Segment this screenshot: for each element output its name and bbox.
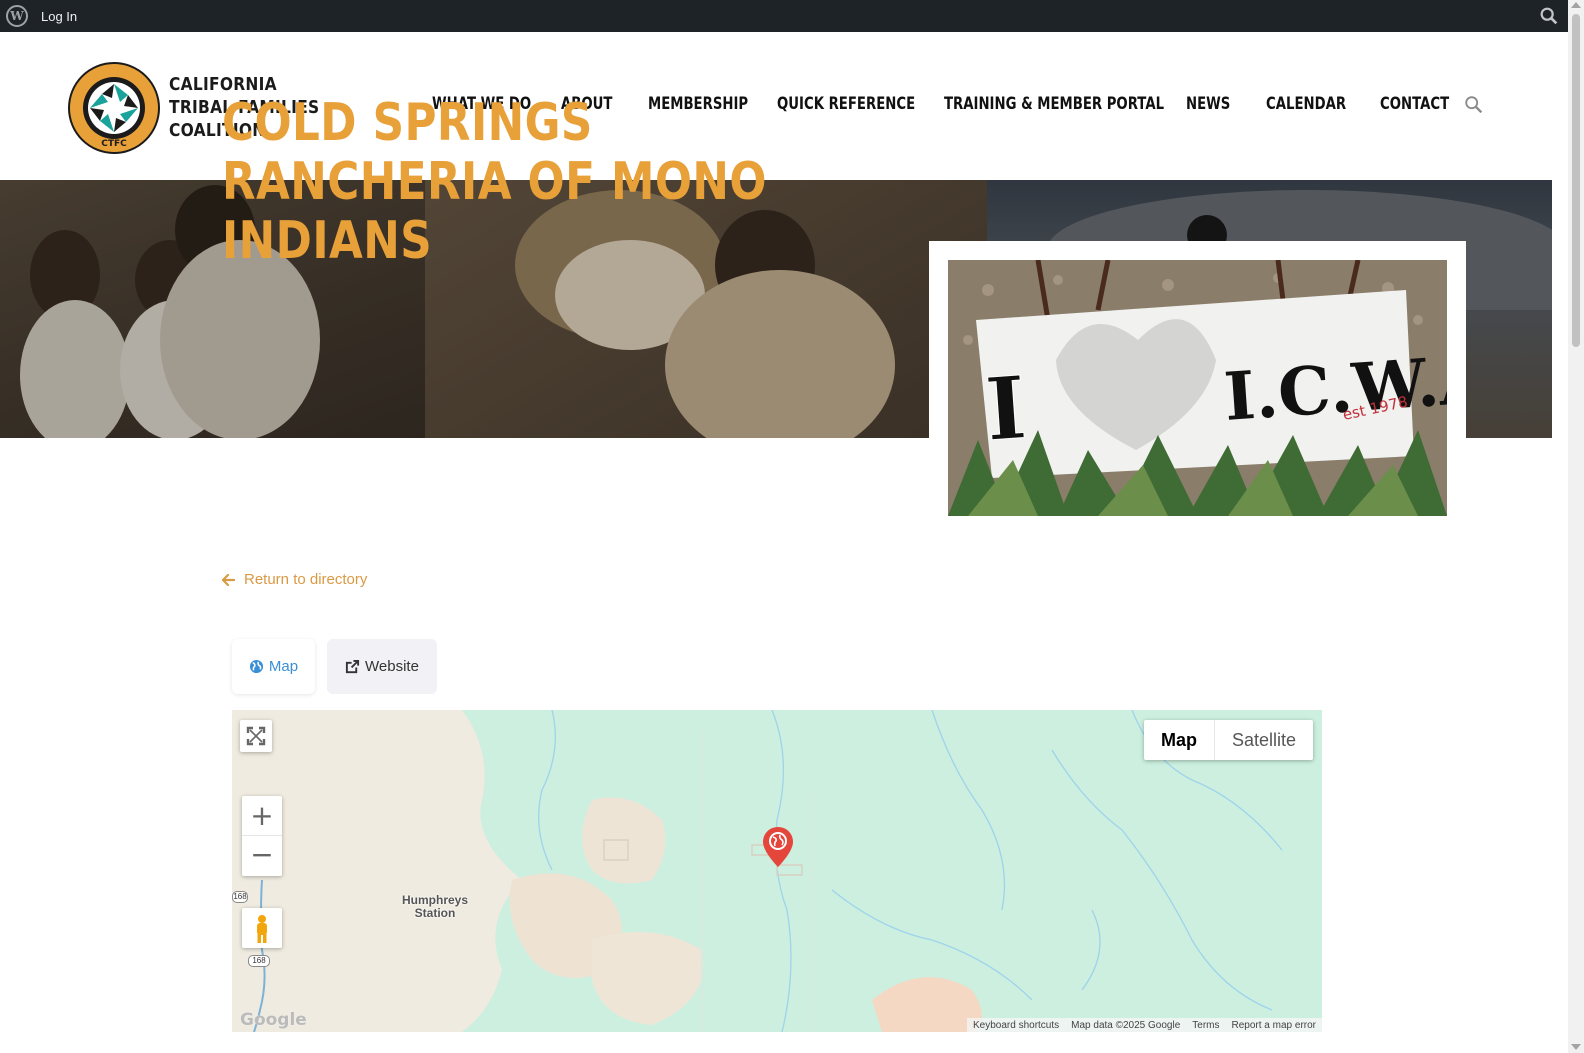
- page-title: COLD SPRINGS RANCHERIA OF MONO INDIANS: [222, 93, 767, 271]
- nav-calendar[interactable]: CALENDAR: [1266, 94, 1346, 114]
- keyboard-shortcuts-link[interactable]: Keyboard shortcuts: [967, 1020, 1065, 1031]
- tab-website[interactable]: Website: [327, 639, 437, 694]
- map-type-control: Map Satellite: [1144, 720, 1314, 760]
- feature-image: I I.C.W.A. est 1978: [948, 260, 1447, 516]
- scrollbar-thumb[interactable]: [1572, 14, 1580, 347]
- route-shield: 168: [232, 891, 248, 903]
- terms-link[interactable]: Terms: [1186, 1020, 1225, 1031]
- external-link-icon: [345, 659, 360, 674]
- map-place-label: Humphreys Station: [402, 893, 469, 920]
- google-logo: Google: [240, 1010, 307, 1030]
- nav-contact[interactable]: CONTACT: [1380, 94, 1449, 114]
- return-to-directory-link[interactable]: Return to directory: [221, 571, 367, 588]
- ctfc-logo[interactable]: CTFC: [68, 62, 160, 154]
- page-scrollbar[interactable]: [1568, 0, 1584, 1053]
- nav-news[interactable]: NEWS: [1186, 94, 1230, 114]
- map-fullscreen-button[interactable]: [240, 720, 272, 752]
- logo-abbr: CTFC: [101, 139, 127, 149]
- zoom-in-button[interactable]: +: [242, 796, 282, 836]
- return-to-directory-label: Return to directory: [244, 571, 368, 588]
- tab-map[interactable]: Map: [232, 639, 315, 694]
- google-map[interactable]: + − Map Satellite Humphreys Station 168 …: [232, 710, 1322, 1032]
- route-shield: 168: [248, 955, 270, 967]
- nav-quick-reference[interactable]: QUICK REFERENCE: [777, 94, 915, 114]
- scroll-up-icon[interactable]: [1571, 2, 1581, 8]
- admin-bar: W Log In: [0, 0, 1568, 32]
- wordpress-icon[interactable]: W: [6, 5, 28, 27]
- pegman-icon: [257, 915, 267, 943]
- map-type-map-button[interactable]: Map: [1144, 720, 1214, 760]
- report-map-error-link[interactable]: Report a map error: [1226, 1020, 1322, 1031]
- nav-training-member-portal[interactable]: TRAINING & MEMBER PORTAL: [944, 94, 1164, 114]
- tab-website-label: Website: [365, 658, 419, 675]
- scroll-down-icon[interactable]: [1571, 1044, 1581, 1050]
- location-marker-icon[interactable]: [762, 826, 794, 868]
- map-zoom-control: + −: [242, 796, 282, 876]
- tab-map-label: Map: [268, 658, 299, 675]
- search-icon[interactable]: [1463, 94, 1485, 116]
- icwa-sign-image: I I.C.W.A. est 1978: [948, 260, 1447, 516]
- svg-text:I: I: [982, 357, 1029, 461]
- zoom-out-button[interactable]: −: [242, 836, 282, 876]
- map-data-attribution: Map data ©2025 Google: [1071, 1019, 1181, 1031]
- map-type-satellite-button[interactable]: Satellite: [1214, 720, 1313, 760]
- fullscreen-icon: [246, 726, 266, 746]
- login-link[interactable]: Log In: [41, 9, 77, 24]
- map-footer: Keyboard shortcuts Map data ©2025 Google…: [966, 1018, 1322, 1032]
- globe-icon: [249, 659, 263, 674]
- search-icon[interactable]: [1538, 5, 1560, 27]
- arrow-left-icon: [221, 573, 235, 586]
- street-view-pegman[interactable]: [242, 908, 282, 948]
